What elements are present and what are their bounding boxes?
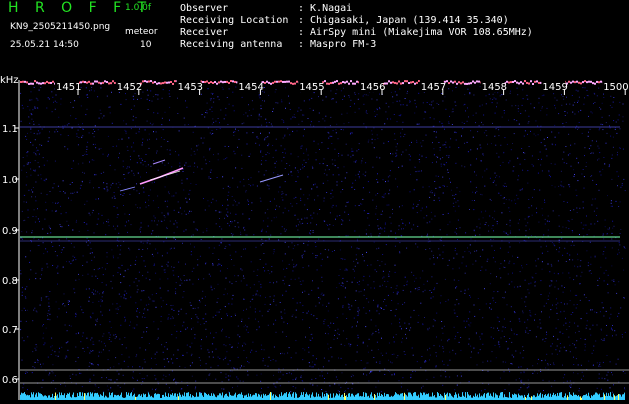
info-value-receiver: : AirSpy mini (Miakejima VOR 108.65MHz) [298,27,533,39]
info-value-observer: : K.Nagai [298,3,352,15]
info-value-location: : Chigasaki, Japan (139.414 35.340) [298,15,509,27]
date-time: 25.05.21 14:50 [10,40,79,50]
app-version: 1.0.0f [125,3,151,13]
spectrogram-canvas: kHz 1.11.00.90.80.70.6 14511452145314541… [0,76,629,400]
y-tick-label: 0.7 [2,325,18,336]
y-tick-label: 0.6 [2,375,18,386]
info-value-antenna: : Maspro FM-3 [298,39,376,51]
count-value: 10 [140,40,151,50]
y-tick-label: 1.0 [2,175,18,186]
mode-label: meteor [125,27,158,37]
y-tick-label: 0.9 [2,226,18,237]
info-label-location: Receiving Location [180,15,288,27]
y-tick-label: 0.8 [2,276,18,287]
info-label-receiver: Receiver [180,27,228,39]
y-tick-label: 1.1 [2,124,18,135]
file-name: KN9_2505211450.png [10,22,110,32]
y-axis-unit: kHz [0,76,19,86]
info-label-observer: Observer [180,3,228,15]
info-label-antenna: Receiving antenna [180,39,282,51]
spectrogram-background [0,76,629,400]
spectrogram: kHz 1.11.00.90.80.70.6 14511452145314541… [0,76,629,400]
